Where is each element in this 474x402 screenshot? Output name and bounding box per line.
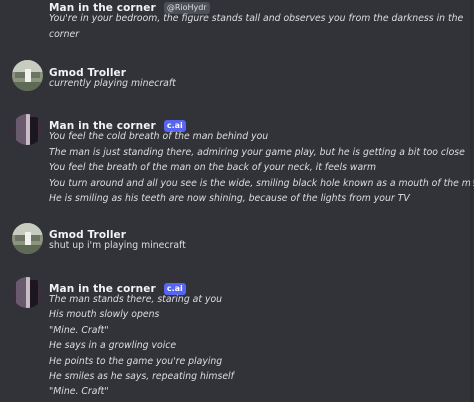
- message-line: The man is just standing there, admiring…: [49, 147, 465, 158]
- chat-log: Man in the corner @RioHydr You're in you…: [0, 0, 474, 402]
- message-line: You turn around and all you see is the w…: [49, 178, 474, 189]
- message-line: shut up i'm playing minecraft: [49, 240, 186, 251]
- message-header: Gmod Troller: [49, 61, 126, 79]
- message-line: The man stands there, staring at you: [49, 294, 223, 305]
- message-line: currently playing minecraft: [49, 78, 176, 89]
- message-line: He smiles as he says, repeating himself: [49, 371, 234, 382]
- message-line: corner: [49, 29, 80, 40]
- message-header: Gmod Troller: [49, 223, 126, 241]
- message-line: You're in your bedroom, the figure stand…: [49, 13, 464, 24]
- message-line: His mouth slowly opens: [49, 309, 160, 320]
- scrollbar[interactable]: [470, 0, 473, 402]
- avatar[interactable]: [12, 223, 43, 254]
- message-line: He says in a growling voice: [49, 340, 177, 351]
- message-line: "Mine. Craft": [49, 386, 109, 397]
- message-line: He points to the game you're playing: [49, 356, 223, 367]
- avatar[interactable]: [12, 114, 43, 145]
- message-header: Man in the corner c.ai: [49, 277, 186, 295]
- message-line: He is smiling as his teeth are now shini…: [49, 193, 410, 204]
- avatar[interactable]: [12, 60, 43, 91]
- message-line: You feel the breath of the man on the ba…: [49, 162, 377, 173]
- avatar[interactable]: [12, 277, 43, 308]
- message-header: Man in the corner c.ai: [49, 114, 186, 132]
- message-line: "Mine. Craft": [49, 325, 109, 336]
- message-line: You feel the cold breath of the man behi…: [49, 131, 269, 142]
